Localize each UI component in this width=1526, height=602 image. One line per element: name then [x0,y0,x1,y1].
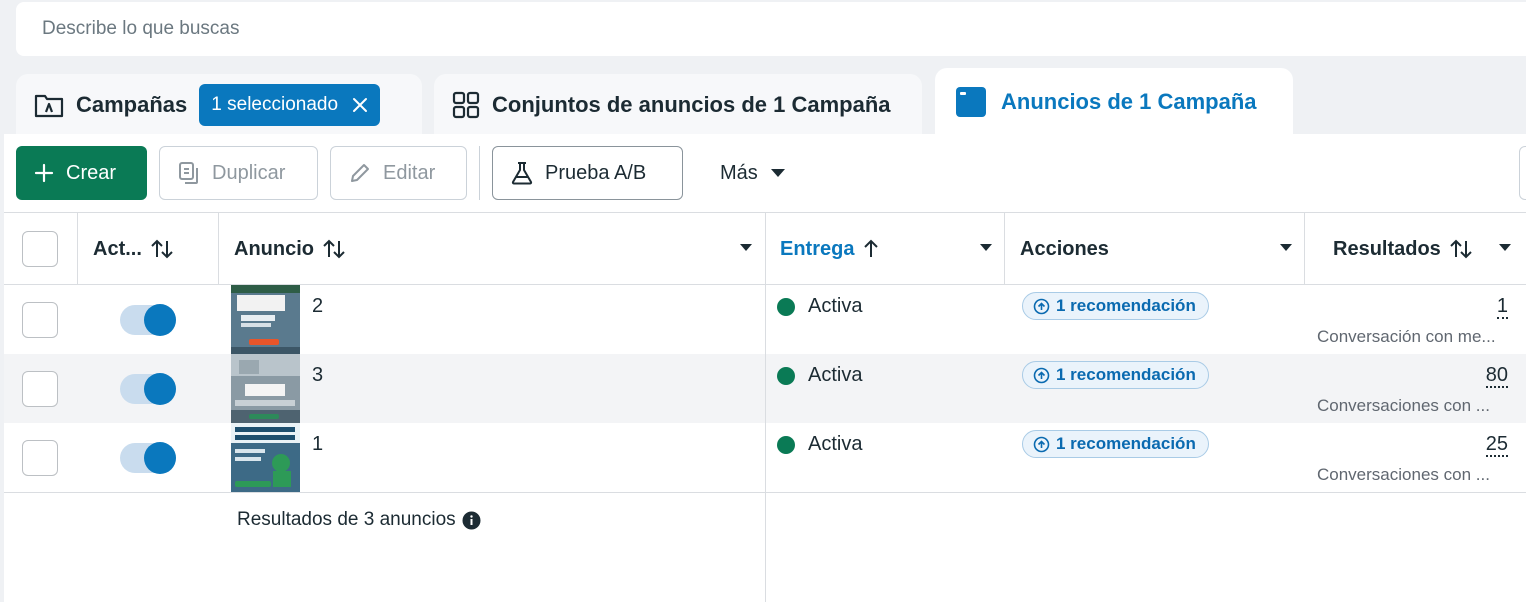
selection-count: 1 seleccionado [211,94,339,115]
recommendation-label: 1 recomendación [1056,365,1196,384]
arrow-up-circle-icon [1033,298,1050,315]
adsets-grid-icon [452,91,480,119]
info-icon[interactable] [462,511,481,530]
ad-name[interactable]: 3 [312,364,323,387]
column-header-active[interactable]: Act... [93,213,174,285]
view-options-button[interactable] [1519,146,1526,200]
column-menu-icon[interactable] [979,243,993,252]
tab-adsets[interactable]: Conjuntos de anuncios de 1 Campaña [434,74,922,136]
more-menu-button[interactable]: Más [704,146,814,200]
active-toggle[interactable] [120,373,176,405]
result-value[interactable]: 1 [1496,295,1508,319]
delivery-status: Activa [777,295,862,318]
recommendation-badge[interactable]: 1 recomendación [1022,361,1209,389]
row-checkbox[interactable] [22,371,58,407]
delivery-status-label: Activa [808,433,863,455]
ad-name[interactable]: 2 [312,295,323,318]
pencil-icon [349,162,371,184]
result-value[interactable]: 25 [1485,433,1508,457]
result-type: Conversaciones con ... [1317,396,1490,415]
recommendation-label: 1 recomendación [1056,434,1196,453]
column-divider [1304,213,1305,285]
tab-ads-label: Anuncios de 1 Campaña [1001,89,1257,114]
ab-test-button[interactable]: Prueba A/B [492,146,683,200]
selection-badge[interactable]: 1 seleccionado [199,84,381,126]
clear-selection-icon[interactable] [352,97,368,113]
row-checkbox[interactable] [22,440,58,476]
create-button[interactable]: Crear [16,146,147,200]
plus-icon [34,163,54,183]
ad-thumbnail[interactable] [231,423,300,492]
results-summary-label: Resultados de 3 anuncios [237,509,456,530]
tab-ads[interactable]: Anuncios de 1 Campaña [935,68,1293,136]
ab-test-label: Prueba A/B [545,161,647,184]
active-toggle[interactable] [120,442,176,474]
sort-icon[interactable] [1449,239,1473,259]
status-dot [777,366,795,385]
column-active-label: Act... [93,237,142,260]
column-header-results[interactable]: Resultados [1333,213,1473,285]
result-type: Conversación con me... [1317,327,1496,346]
column-header-delivery[interactable]: Entrega [780,213,880,285]
column-menu-icon[interactable] [1498,243,1512,252]
column-menu-icon[interactable] [1279,243,1293,252]
delivery-status-label: Activa [808,295,863,317]
active-toggle[interactable] [120,304,176,336]
column-delivery-label: Entrega [780,237,855,260]
ads-panel: Crear Duplicar Editar Prueba A/B Más Act… [4,134,1526,602]
arrow-up-circle-icon [1033,367,1050,384]
column-header-actions[interactable]: Acciones [1020,213,1109,285]
create-label: Crear [66,161,117,184]
tab-campaigns[interactable]: Campañas 1 seleccionado [16,74,422,136]
column-actions-label: Acciones [1020,237,1109,260]
column-divider [77,213,78,285]
ads-window-icon [955,86,987,118]
campaign-folder-icon [34,92,64,118]
status-dot [777,435,795,454]
duplicate-icon [178,161,200,185]
flask-icon [511,161,533,185]
duplicate-label: Duplicar [212,161,286,184]
tab-adsets-label: Conjuntos de anuncios de 1 Campaña [492,92,891,117]
recommendation-badge[interactable]: 1 recomendación [1022,292,1209,320]
caret-down-icon [770,168,786,178]
column-menu-icon[interactable] [739,243,753,252]
tab-campaigns-label: Campañas [76,92,188,117]
row-checkbox[interactable] [22,302,58,338]
sort-ascending-icon[interactable] [862,239,880,259]
ads-table: Act... Anuncio Entrega Acciones Resultad… [4,212,1526,602]
edit-button[interactable]: Editar [330,146,467,200]
column-divider [218,213,219,285]
duplicate-button[interactable]: Duplicar [159,146,318,200]
delivery-status-label: Activa [808,364,863,386]
more-label: Más [720,161,758,184]
recommendation-badge[interactable]: 1 recomendación [1022,430,1209,458]
status-dot [777,297,795,316]
column-ad-label: Anuncio [234,237,314,260]
column-header-ad[interactable]: Anuncio [234,213,346,285]
ad-thumbnail[interactable] [231,285,300,354]
select-all-checkbox[interactable] [22,231,58,267]
result-value[interactable]: 80 [1485,364,1508,388]
sort-icon[interactable] [150,239,174,259]
recommendation-label: 1 recomendación [1056,296,1196,315]
sort-icon[interactable] [322,239,346,259]
search-input[interactable] [42,18,1526,40]
column-divider [1004,213,1005,285]
toolbar-divider [479,146,480,200]
search-bar[interactable] [16,2,1526,56]
ad-name[interactable]: 1 [312,433,323,456]
ad-thumbnail[interactable] [231,354,300,423]
arrow-up-circle-icon [1033,436,1050,453]
results-summary: Resultados de 3 anuncios [237,509,481,531]
edit-label: Editar [383,161,436,184]
result-type: Conversaciones con ... [1317,465,1490,484]
column-divider [765,213,766,602]
column-results-label: Resultados [1333,237,1441,260]
delivery-status: Activa [777,433,862,456]
delivery-status: Activa [777,364,862,387]
